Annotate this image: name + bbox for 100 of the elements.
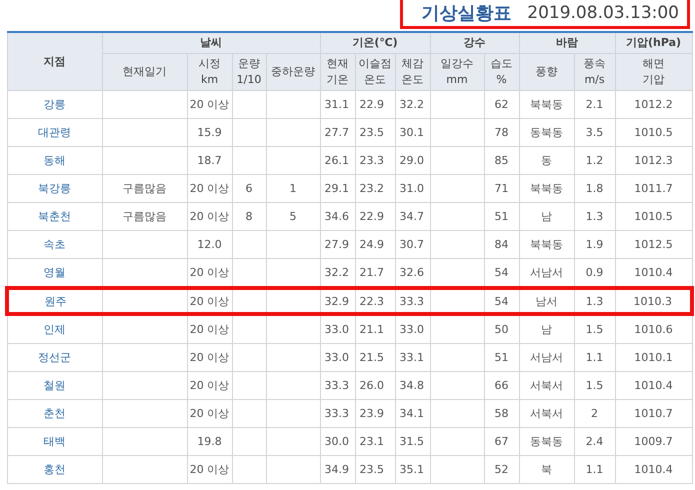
table-cell: 78 [484,118,520,146]
table-cell: 21.5 [355,344,395,372]
table-cell: 15.9 [187,118,232,146]
table-cell: 20 이상 [187,314,232,344]
table-cell: 1.8 [574,174,616,202]
table-cell: 33.0 [320,344,355,372]
table-cell: 24.9 [355,230,395,258]
table-cell: 84 [484,230,520,258]
group-header: 날씨 [102,32,320,54]
table-cell: 1010.6 [615,314,692,344]
station-link[interactable]: 북춘천 [7,202,102,230]
table-cell: 50 [484,314,520,344]
table-cell: 34.9 [320,456,355,484]
table-cell: 2.4 [574,428,616,456]
table-cell: 서북서 [519,400,574,428]
table-cell: 1.1 [574,344,616,372]
table-cell: 29.1 [320,174,355,202]
group-header: 바람 [519,32,616,54]
table-cell: 6 [232,174,266,202]
group-header: 강수 [430,32,520,54]
table-cell: 1.1 [574,456,616,484]
station-link[interactable]: 철원 [7,372,102,400]
table-cell: 1010.4 [615,456,692,484]
table-cell: 동 [519,146,574,174]
table-cell: 동북동 [519,428,574,456]
table-cell: 26.0 [355,372,395,400]
table-cell: 서북서 [519,372,574,400]
table-cell: 66 [484,372,520,400]
table-cell: 20 이상 [187,288,232,314]
table-cell: 31.1 [320,90,355,118]
table-cell: 33.3 [395,288,430,314]
table-cell: 71 [484,174,520,202]
table-cell: 20 이상 [187,456,232,484]
station-link[interactable]: 인제 [7,314,102,344]
table-cell: 23.1 [355,428,395,456]
table-cell: 33.3 [320,400,355,428]
table-cell: 23.5 [355,456,395,484]
table-cell: 남 [519,202,574,230]
column-header: 풍향 [519,54,574,90]
table-cell: 23.5 [355,118,395,146]
table-cell: 8 [232,202,266,230]
table-cell: 34.6 [320,202,355,230]
table-cell: 1.9 [574,230,616,258]
station-link[interactable]: 속초 [7,230,102,258]
column-header: 체감 온도 [395,54,430,90]
column-header: 중하운량 [266,54,320,90]
table-cell: 1.3 [574,202,616,230]
table-cell: 18.7 [187,146,232,174]
table-cell: 1.2 [574,146,616,174]
table-cell: 20 이상 [187,174,232,202]
table-cell: 1010.1 [615,344,692,372]
station-link[interactable]: 태백 [7,428,102,456]
station-link[interactable]: 홍천 [7,456,102,484]
station-link[interactable]: 정선군 [7,344,102,372]
station-link[interactable]: 대관령 [7,118,102,146]
table-cell: 23.9 [355,400,395,428]
timestamp: 2019.08.03.13:00 [527,3,679,23]
station-link[interactable]: 북강릉 [7,174,102,202]
station-link[interactable]: 원주 [7,288,102,314]
table-cell: 20 이상 [187,400,232,428]
station-link[interactable]: 강릉 [7,90,102,118]
column-header: 해면 기압 [615,54,692,90]
table-cell: 1012.3 [615,146,692,174]
table-cell: 62 [484,90,520,118]
group-header: 기온(℃) [320,32,430,54]
table-cell: 23.2 [355,174,395,202]
table-cell: 1.5 [574,314,616,344]
table-cell: 1.3 [574,288,616,314]
table-cell: 1012.2 [615,90,692,118]
table-cell: 20 이상 [187,202,232,230]
column-header: 습도 % [484,54,520,90]
table-cell: 2 [574,400,616,428]
table-cell: 34.1 [395,400,430,428]
table-cell: 30.1 [395,118,430,146]
table-cell: 52 [484,456,520,484]
table-cell: 1010.3 [615,288,692,314]
table-cell: 35.1 [395,456,430,484]
table-cell: 23.3 [355,146,395,174]
station-link[interactable]: 영월 [7,258,102,288]
table-cell: 31.0 [395,174,430,202]
table-cell: 1009.7 [615,428,692,456]
table-cell: 1010.5 [615,118,692,146]
group-header: 기압(hPa) [615,32,692,54]
table-cell: 북북동 [519,230,574,258]
table-cell: 31.5 [395,428,430,456]
column-header: 운량 1/10 [232,54,266,90]
table-cell: 1011.7 [615,174,692,202]
table-cell: 26.1 [320,146,355,174]
table-cell: 51 [484,344,520,372]
table-cell: 58 [484,400,520,428]
column-header: 풍속 m/s [574,54,616,90]
station-link[interactable]: 동해 [7,146,102,174]
table-cell: 33.1 [395,344,430,372]
table-cell: 20 이상 [187,372,232,400]
table-cell: 20 이상 [187,90,232,118]
table-cell: 12.0 [187,230,232,258]
station-link[interactable]: 춘천 [7,400,102,428]
table-cell: 33.0 [320,314,355,344]
table-cell: 32.2 [395,90,430,118]
column-header: 지점 [7,32,102,90]
